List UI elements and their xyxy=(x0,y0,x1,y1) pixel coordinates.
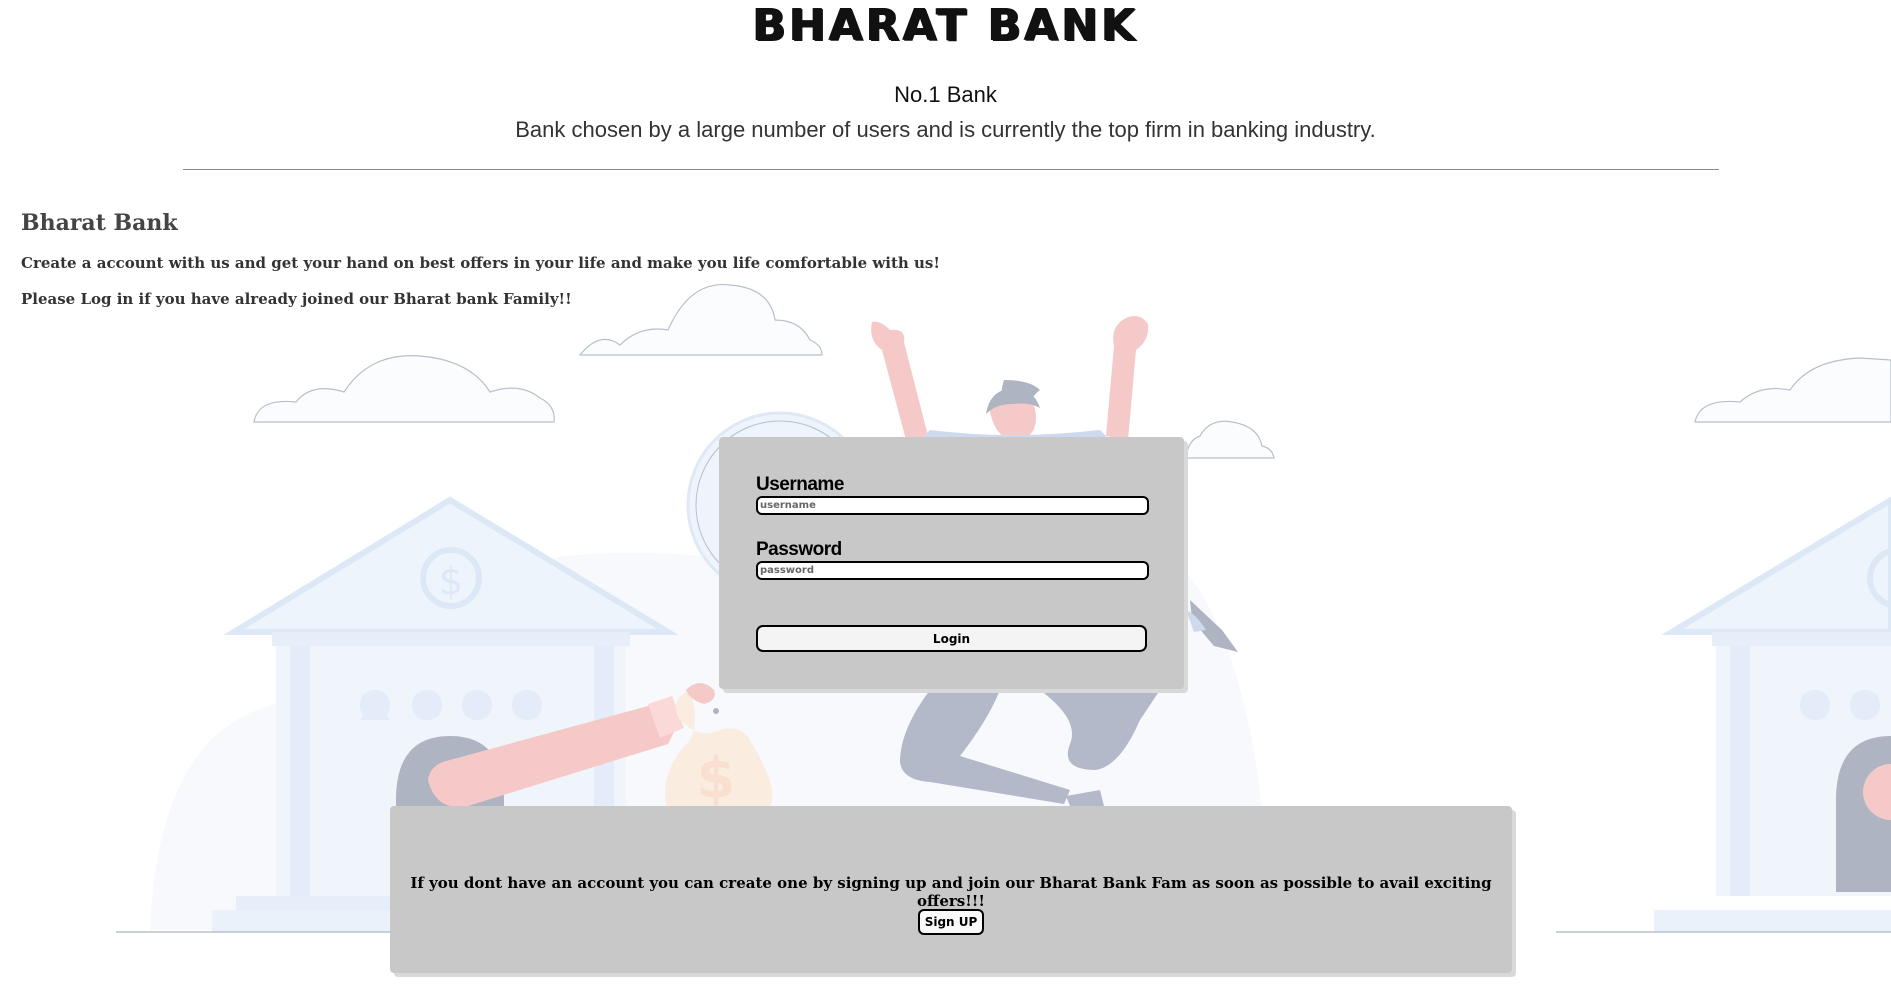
page: $ $ BHARAT BANK No.1 Bank Bank chosen by… xyxy=(0,0,1891,994)
cloud-right xyxy=(1694,357,1891,423)
username-input[interactable] xyxy=(756,496,1149,515)
intro-line-create-account: Create a account with us and get your ha… xyxy=(21,254,940,272)
username-label: Username xyxy=(756,474,844,495)
login-card: Username Password Login xyxy=(719,437,1184,689)
cloud-mid xyxy=(1185,420,1275,459)
cloud-top xyxy=(578,283,823,356)
login-button[interactable]: Login xyxy=(756,625,1147,652)
signup-button[interactable]: Sign UP xyxy=(918,909,984,935)
signup-text: If you dont have an account you can crea… xyxy=(410,874,1492,910)
header-divider xyxy=(183,169,1719,170)
cloud-left xyxy=(253,355,555,423)
money-bag-dollar-icon: $ xyxy=(697,746,736,811)
subtitle: Bank chosen by a large number of users a… xyxy=(515,117,1376,142)
signup-card: If you dont have an account you can crea… xyxy=(390,806,1512,973)
tagline: No.1 Bank xyxy=(894,82,997,107)
intro-line-login-prompt: Please Log in if you have already joined… xyxy=(21,290,572,308)
bank-dollar-icon-left: $ xyxy=(439,559,463,603)
password-input[interactable] xyxy=(756,561,1149,580)
brand-title: BHARAT BANK xyxy=(752,0,1139,51)
bank-building-right xyxy=(1654,496,1891,932)
intro-heading: Bharat Bank xyxy=(21,210,178,236)
password-label: Password xyxy=(756,539,842,560)
